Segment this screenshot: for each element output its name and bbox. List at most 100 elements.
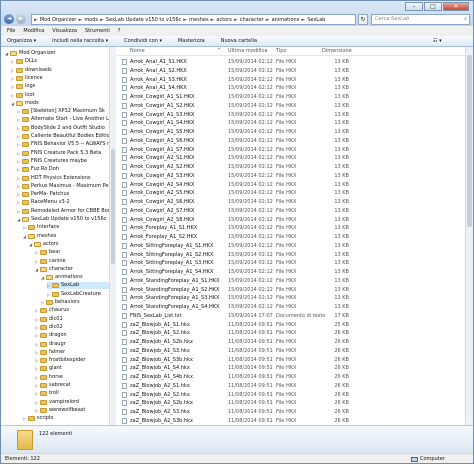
file-row[interactable]: Arrok_SittingForeplay_A1_S3.HKX 15/09/201… <box>117 259 465 267</box>
menu-item[interactable]: File <box>7 26 15 36</box>
tree-item[interactable]: ▷ [Skeleton] XP32 Maximum Sk <box>17 108 105 115</box>
address-bar[interactable]: ► Mod Organizer ► mods ► SexLab Update v150 t… <box>31 14 356 25</box>
tree-item[interactable]: ▷ Interface <box>23 224 59 231</box>
file-row[interactable]: Arrok_Cowgirl_A1_S4.HKX 15/09/2014 02:12 F… <box>117 119 465 127</box>
file-row[interactable]: zaZ_Blowjob_A2_S1.hkx 11/08/2014 09:51 Fil… <box>117 382 465 390</box>
menu-item[interactable]: ? <box>118 26 121 36</box>
tree-item[interactable]: ▷ Remodeled Armor for CBBE Bod <box>17 208 111 215</box>
file-row[interactable]: Arrok_StandingForeplay_A1_S3.HKX 15/09/20… <box>117 294 465 302</box>
include-library-button[interactable]: Includi nella raccolta ▾ <box>52 36 108 46</box>
breadcrumb-segment[interactable]: animations <box>272 17 300 23</box>
breadcrumb-segment[interactable]: SexLab Update v150 to v156c <box>106 17 181 23</box>
tree-item[interactable]: ▷ werewolfbeast <box>35 407 85 414</box>
file-row[interactable]: Arrok_SittingForeplay_A1_S4.HKX 15/09/201… <box>117 268 465 276</box>
file-row[interactable]: Arrok_Cowgirl_A1_S7.HKX 15/09/2014 02:12 F… <box>117 146 465 154</box>
list-scroll-thumb[interactable] <box>467 55 472 227</box>
organize-button[interactable]: Organizza ▾ <box>7 36 36 46</box>
column-size[interactable]: Dimensione <box>322 47 353 56</box>
tree-item[interactable]: ▷ Caliente Beautiful Bodies Editio <box>17 133 110 140</box>
file-row[interactable]: Arrok_Cowgirl_A2_S3.HKX 15/09/2014 02:12 F… <box>117 172 465 180</box>
tree-item[interactable]: ▷ FNIS Creatures maybe <box>17 158 87 165</box>
tree-item[interactable]: ▷ vampirelord <box>35 399 79 406</box>
tree-item[interactable]: ▷ dragon <box>35 332 67 339</box>
tree-item[interactable]: ◢ SexLab Update v150 to v156c <box>17 216 106 223</box>
file-row[interactable]: Arrok_SittingForeplay_A1_S1.HKX 15/09/201… <box>117 242 465 250</box>
tree-item[interactable]: ▷ PerMa- Patchus <box>17 191 69 198</box>
tree-item[interactable]: ◢ actors <box>29 241 59 248</box>
tree-scroll-thumb[interactable] <box>111 149 115 264</box>
tree-item[interactable]: ◢ character <box>35 266 73 273</box>
tree-item[interactable]: ▷ horse <box>35 374 63 381</box>
share-button[interactable]: Condividi con ▾ <box>124 36 162 46</box>
tree-item[interactable]: ▷ HDT Physics Extensions <box>17 175 91 182</box>
file-row[interactable]: Arrok_Anal_A1_S3.HKX 15/09/2014 02:12 File… <box>117 76 465 84</box>
menu-item[interactable]: Modifica <box>23 26 44 36</box>
file-row[interactable]: zaZ_Blowjob_A1_S3.hkx 11/08/2014 09:51 Fil… <box>117 347 465 355</box>
close-button[interactable]: ✕ <box>443 2 469 11</box>
file-row[interactable]: Arrok_StandingForeplay_A1_S4.HKX 15/09/20… <box>117 303 465 311</box>
breadcrumb-separator[interactable]: ► <box>266 17 270 23</box>
list-scrollbar[interactable] <box>465 47 473 425</box>
tree-item[interactable]: ▷ canine <box>35 258 66 265</box>
menu-item[interactable]: Visualizza <box>52 26 77 36</box>
tree-item[interactable]: ▷ FNIS Creature Pack 5.3 Beta <box>17 150 101 157</box>
tree-item[interactable]: ▷ dlc02 <box>35 324 63 331</box>
view-options-button[interactable]: ☷ ▾ <box>433 36 442 47</box>
breadcrumb-segment[interactable]: SexLab <box>307 17 325 23</box>
breadcrumb-segment[interactable]: mods <box>84 17 98 23</box>
tree-item[interactable]: ▷ Fuz Ro Doh <box>17 166 59 173</box>
file-row[interactable]: Arrok_Foreplay_A1_S1.HKX 15/09/2014 02:12… <box>117 224 465 232</box>
tree-item[interactable]: ▷ falmer <box>35 349 65 356</box>
tree-item[interactable]: ▷ SexLab <box>47 282 111 290</box>
file-row[interactable]: FNIS_SexLab_List.txt 15/09/2014 17:07 Docu… <box>117 312 465 320</box>
tree-item[interactable]: ▷ scripts <box>23 415 54 422</box>
file-row[interactable]: zaZ_Blowjob_A1_S3b.hkx 11/08/2014 09:51 Fi… <box>117 356 465 364</box>
burn-button[interactable]: Masterizza <box>178 36 205 46</box>
file-row[interactable]: Arrok_Cowgirl_A2_S8.HKX 15/09/2014 02:12 F… <box>117 216 465 224</box>
menu-item[interactable]: Strumenti <box>85 26 110 36</box>
breadcrumb-segment[interactable]: Mod Organizer <box>40 17 77 23</box>
tree-item[interactable]: ▷ sabrecat <box>35 382 71 389</box>
refresh-button[interactable]: ↻ <box>358 14 368 25</box>
tree-item[interactable]: ◢ Mod Organizer <box>5 50 56 57</box>
breadcrumb-separator[interactable]: ► <box>78 17 82 23</box>
breadcrumb-separator[interactable]: ► <box>211 17 215 23</box>
tree-item[interactable]: ▷ giant <box>35 365 62 372</box>
tree-item[interactable]: ▷ draugr <box>35 341 66 348</box>
tree-item[interactable]: ▷ logs <box>11 83 35 90</box>
tree-item[interactable]: ▷ BodySlide 2 and Outfit Studio <box>17 125 105 132</box>
file-row[interactable]: zaZ_Blowjob_A1_S4b.hkx 11/08/2014 09:51 Fi… <box>117 373 465 381</box>
column-name[interactable]: Nome <box>130 47 145 56</box>
tree-item[interactable]: ▷ SexLabCreature <box>47 291 101 298</box>
file-row[interactable]: Arrok_Cowgirl_A2_S1.HKX 15/09/2014 02:12 F… <box>117 154 465 162</box>
tree-item[interactable]: ▷ Alternate Start - Live Another Lif <box>17 116 111 123</box>
tree-item[interactable]: ◢ animations <box>41 274 83 281</box>
file-row[interactable]: Arrok_SittingForeplay_A1_S2.HKX 15/09/201… <box>117 251 465 259</box>
breadcrumb-separator[interactable]: ► <box>183 17 187 23</box>
file-row[interactable]: Arrok_Cowgirl_A2_S7.HKX 15/09/2014 02:12 F… <box>117 207 465 215</box>
file-row[interactable]: zaZ_Blowjob_A1_S2b.hkx 11/08/2014 09:51 Fi… <box>117 338 465 346</box>
column-type[interactable]: Tipo <box>276 47 287 56</box>
file-row[interactable]: zaZ_Blowjob_A1_S4.hkx 11/08/2014 09:51 Fil… <box>117 364 465 372</box>
tree-scrollbar[interactable] <box>109 47 116 425</box>
file-row[interactable]: Arrok_Cowgirl_A2_S6.HKX 15/09/2014 02:12 F… <box>117 198 465 206</box>
tree-item[interactable]: ▷ downloads <box>11 67 52 74</box>
breadcrumb-separator[interactable]: ► <box>234 17 238 23</box>
breadcrumb-segment[interactable]: meshes <box>189 17 208 23</box>
file-row[interactable]: Arrok_StandingForeplay_A1_S2.HKX 15/09/20… <box>117 286 465 294</box>
maximize-button[interactable]: □ <box>424 2 442 11</box>
file-row[interactable]: Arrok_Cowgirl_A2_S2.HKX 15/09/2014 02:12 F… <box>117 163 465 171</box>
forward-button[interactable]: ► <box>16 14 26 24</box>
tree-item[interactable]: ▷ DLLs <box>11 58 37 65</box>
column-date[interactable]: Ultima modifica <box>228 47 267 56</box>
file-row[interactable]: Arrok_Anal_A1_S4.HKX 15/09/2014 02:12 File… <box>117 84 465 92</box>
search-input[interactable]: Cerca SexLab ⌕ <box>371 14 470 25</box>
tree-item[interactable]: ◢ mods <box>11 100 39 107</box>
tree-item[interactable]: ▷ RaceMenu v3-2 <box>17 199 70 206</box>
tree-item[interactable]: ▷ licence <box>11 75 43 82</box>
file-row[interactable]: Arrok_Cowgirl_A1_S5.HKX 15/09/2014 02:12 F… <box>117 128 465 136</box>
tree-item[interactable]: ▷ frostbitespider <box>35 357 85 364</box>
minimize-button[interactable]: – <box>405 2 423 11</box>
tree-item[interactable]: ◢ meshes <box>23 233 56 240</box>
tree-item[interactable]: ▷ bear <box>35 249 60 256</box>
